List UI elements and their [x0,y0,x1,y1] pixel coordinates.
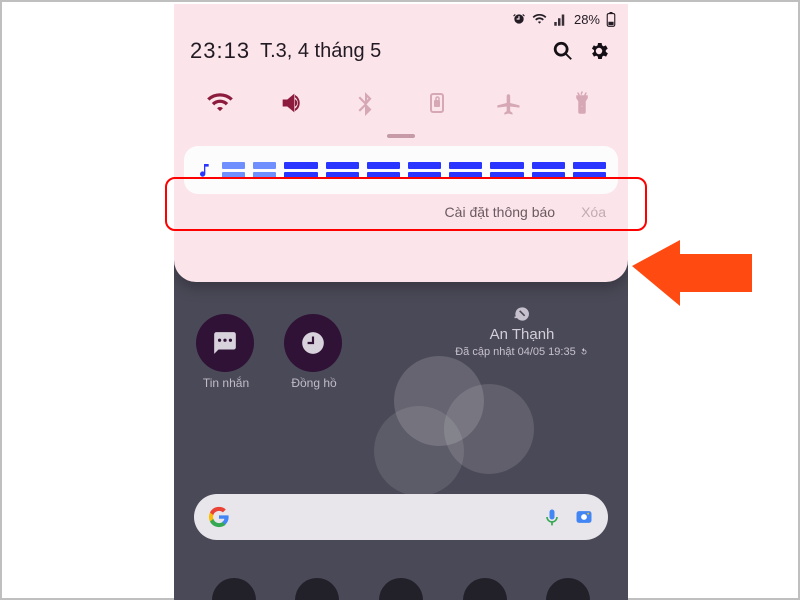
dock-app[interactable] [463,578,507,600]
search-button[interactable] [550,38,576,64]
panel-drag-handle[interactable] [387,134,415,138]
app-clock[interactable] [284,314,342,372]
weather-widget[interactable]: An Thạnh Đã cập nhật 04/05 19:35 [422,304,622,358]
settings-button[interactable] [586,38,612,64]
alarm-icon [512,12,526,26]
qs-airplane[interactable] [490,84,528,122]
app-messages[interactable] [196,314,254,372]
mic-icon[interactable] [542,507,562,527]
wallpaper-circle [374,406,464,496]
music-note-icon [196,160,212,180]
clear-notifications-link[interactable]: Xóa [581,204,606,220]
dock-app[interactable] [295,578,339,600]
notification-settings-link[interactable]: Cài đặt thông báo [445,204,556,220]
qs-flashlight[interactable] [563,84,601,122]
dock-app[interactable] [379,578,423,600]
google-search-bar[interactable] [194,494,608,540]
weather-location: An Thạnh [422,326,622,343]
notification-actions-row: Cài đặt thông báo Xóa [174,200,628,220]
notification-text-redacted [222,146,606,194]
header-row: 23:13 T.3, 4 tháng 5 [174,28,628,70]
dock-row [174,578,628,600]
quick-settings-row [174,70,628,132]
weather-updated: Đã cập nhật 04/05 19:35 [455,346,575,358]
search-icon [552,40,574,62]
clock-time: 23:13 [190,38,250,64]
dock-app[interactable] [212,578,256,600]
qs-wifi[interactable] [201,84,239,122]
wifi-status-icon [532,12,547,27]
gear-icon [588,40,610,62]
battery-icon [606,12,616,27]
app-messages-label: Tin nhắn [186,376,266,390]
qs-bluetooth[interactable] [346,84,384,122]
notification-panel: 28% 23:13 T.3, 4 tháng 5 [174,4,628,282]
qs-rotation-lock[interactable] [418,84,456,122]
status-bar: 28% [174,4,628,28]
phone-screen: Tin nhắn Đồng hồ An Thạnh Đã cập nhật 04… [174,4,628,600]
app-clock-label: Đồng hồ [274,376,354,390]
signal-icon [553,12,568,27]
lens-icon[interactable] [574,507,594,527]
annotation-arrow [632,226,752,326]
battery-percent: 28% [574,12,600,27]
qs-sound[interactable] [273,84,311,122]
google-logo-icon [208,506,230,528]
dock-app[interactable] [546,578,590,600]
music-notification[interactable] [184,146,618,194]
header-date: T.3, 4 tháng 5 [260,40,381,63]
